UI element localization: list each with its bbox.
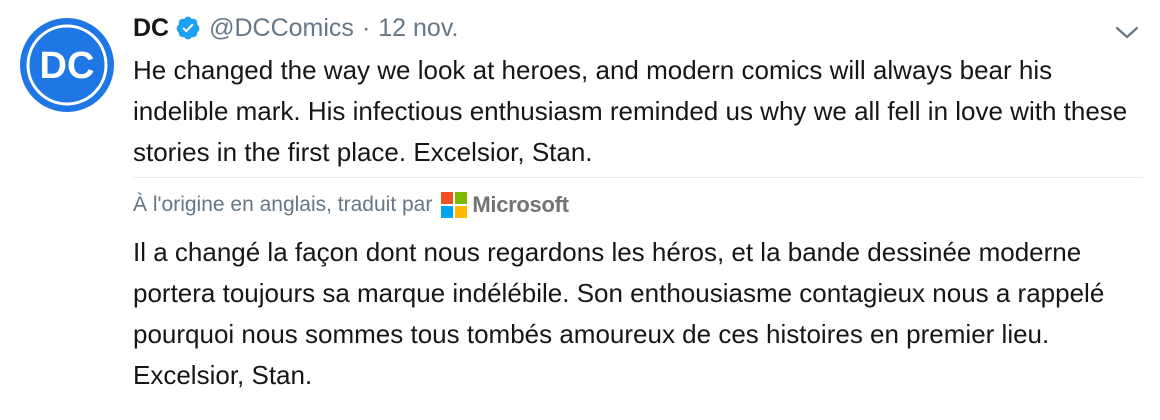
- translation-label: À l'origine en anglais, traduit par: [133, 193, 433, 216]
- tweet-text: He changed the way we look at heroes, an…: [133, 55, 1128, 167]
- verified-badge-icon: [175, 15, 201, 41]
- translator-provider[interactable]: Microsoft: [472, 192, 569, 218]
- dc-logo-icon: DC: [23, 21, 111, 109]
- timestamp[interactable]: 12 nov.: [378, 14, 458, 43]
- tweet-header: DC @DCComics · 12 nov.: [133, 8, 458, 48]
- display-name[interactable]: DC: [133, 14, 169, 43]
- handle[interactable]: @DCComics: [209, 14, 354, 43]
- translation-attribution: À l'origine en anglais, traduit par Micr…: [133, 186, 569, 224]
- divider: [133, 177, 1143, 178]
- dc-avatar[interactable]: DC: [20, 18, 114, 112]
- chevron-down-icon[interactable]: [1112, 18, 1142, 48]
- translated-text: Il a changé la façon dont nous regardons…: [133, 237, 1105, 390]
- microsoft-logo-icon: [441, 192, 468, 218]
- avatar-text: DC: [40, 45, 95, 87]
- header-separator: ·: [361, 13, 371, 42]
